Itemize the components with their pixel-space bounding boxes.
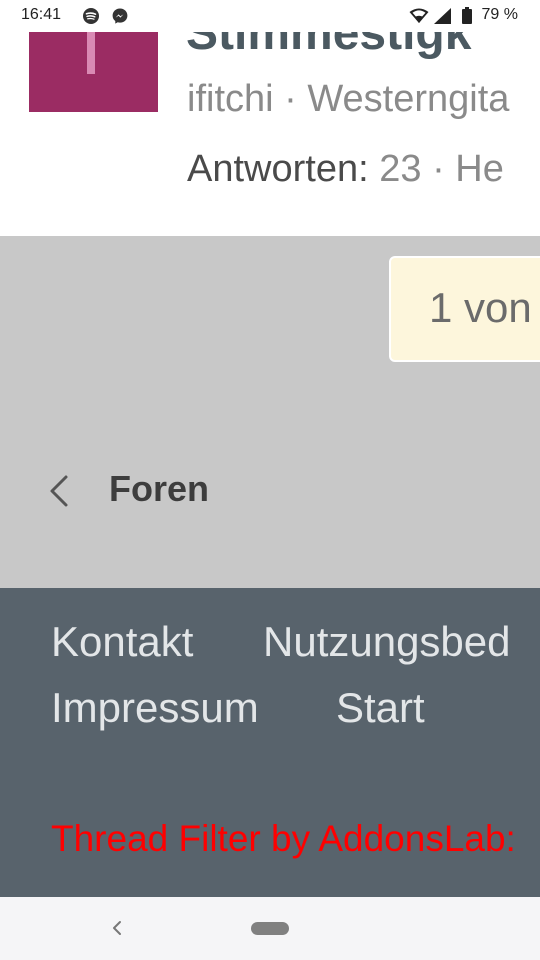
back-icon[interactable] [108, 917, 126, 939]
footer-link-impressum[interactable]: Impressum [51, 684, 259, 732]
thread-author[interactable]: ifitchi [187, 78, 274, 120]
footer-credit[interactable]: Thread Filter by AddonsLab: [51, 818, 516, 860]
spotify-icon [83, 8, 99, 24]
replies-count: 23 [379, 148, 422, 190]
chevron-left-icon [46, 474, 72, 508]
stats-separator: · [432, 148, 445, 190]
thread-forum[interactable]: Westerngita [307, 78, 509, 120]
thread-meta: ifitchi · Westerngita [187, 78, 509, 121]
meta-separator: · [284, 78, 297, 120]
footer-link-start[interactable]: Start [336, 684, 425, 732]
battery-percentage: 79 % [481, 6, 518, 23]
system-nav-bar [0, 897, 540, 960]
wifi-icon [409, 8, 429, 29]
pagination-box[interactable]: 1 von [389, 256, 540, 362]
page: 16:41 79 % Stimmestigk ifitchi · Western… [0, 0, 540, 960]
replies-label: Antworten: [187, 148, 369, 190]
footer: Kontakt Nutzungsbed Impressum Start Thre… [0, 588, 540, 897]
status-time: 16:41 [21, 6, 62, 23]
footer-link-kontakt[interactable]: Kontakt [51, 618, 193, 666]
messenger-icon [112, 8, 128, 24]
page-nav-area: 1 von Foren [0, 236, 540, 588]
stats-rest: He [455, 148, 504, 190]
home-pill[interactable] [251, 922, 289, 935]
thread-title[interactable]: Stimmestigk [186, 32, 471, 61]
pagination-text: 1 von [429, 284, 532, 331]
avatar[interactable] [29, 32, 158, 112]
avatar-letter [87, 32, 95, 74]
signal-icon [434, 8, 452, 29]
battery-icon [462, 7, 472, 29]
footer-link-nutzungsbedingungen[interactable]: Nutzungsbed [263, 618, 511, 666]
thread-stats: Antworten: 23 · He [187, 148, 504, 191]
breadcrumb-label[interactable]: Foren [109, 468, 209, 510]
status-bar: 16:41 79 % [0, 0, 540, 32]
thread-header: Stimmestigk ifitchi · Westerngita Antwor… [0, 32, 540, 236]
